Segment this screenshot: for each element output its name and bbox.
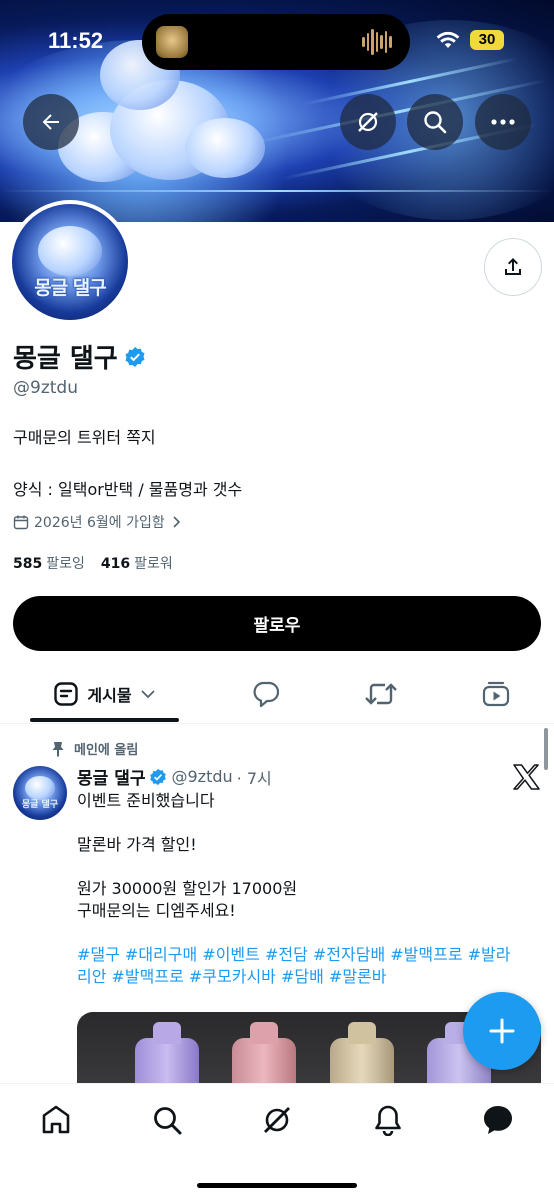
notifications-icon — [375, 1105, 401, 1136]
more-button[interactable] — [475, 94, 531, 150]
status-bar: 11:52 30 — [0, 0, 554, 84]
post-line: 말론바 가격 할인! — [77, 835, 197, 854]
grok-icon — [358, 112, 378, 132]
profile-name: 몽글 댈구 — [13, 344, 118, 374]
media-icon — [482, 681, 510, 707]
share-icon — [505, 258, 521, 275]
post-header: 몽글 댈구 @9ztdu · 7시 — [77, 764, 272, 789]
avatar-image: 몽글 댈구 — [12, 204, 128, 320]
post-author-avatar[interactable]: 몽글 댈구 — [13, 766, 67, 820]
x-logo-icon — [513, 764, 540, 790]
post-line: 이벤트 준비했습니다 — [77, 791, 215, 810]
following-count: 585 — [13, 556, 43, 572]
calendar-icon — [13, 515, 29, 530]
wifi-icon — [436, 31, 460, 48]
post-line: 원가 30000원 할인가 17000원 — [77, 879, 298, 898]
post-line: 구매문의는 디엠주세요! — [77, 901, 236, 920]
battery-indicator: 30 — [470, 30, 504, 50]
chevron-down-icon — [140, 690, 155, 699]
profile-handle: @9ztdu — [13, 378, 78, 398]
profile-tabs: 게시물 — [0, 664, 554, 724]
post-author-name[interactable]: 몽글 댈구 — [77, 764, 145, 789]
plus-icon — [489, 1018, 515, 1044]
dynamic-island[interactable] — [142, 14, 410, 70]
tab-media[interactable] — [470, 664, 522, 724]
tab-reposts[interactable] — [355, 664, 407, 724]
nav-search[interactable] — [147, 1100, 187, 1140]
post-hashtags[interactable]: #댈구 #대리구매 #이벤트 #전담 #전자담배 #발맥프로 #발라리안 #발맥… — [77, 944, 517, 988]
messages-icon — [484, 1106, 512, 1134]
compose-button[interactable] — [463, 992, 541, 1070]
tab-posts[interactable]: 게시물 — [30, 664, 179, 724]
tab-posts-label: 게시물 — [87, 686, 132, 705]
now-playing-artwork — [156, 26, 188, 58]
following-link[interactable]: 585 팔로잉 — [13, 553, 85, 573]
share-button[interactable] — [484, 238, 542, 296]
posts-icon — [54, 682, 79, 706]
profile-bio-line-2: 양식 : 일택or반택 / 물품명과 갯수 — [13, 480, 243, 499]
status-time: 11:52 — [48, 28, 104, 53]
joined-date[interactable]: 2026년 6월에 가입함 — [13, 512, 182, 532]
profile-bio-line-1: 구매문의 트위터 쪽지 — [13, 428, 156, 447]
search-button[interactable] — [407, 94, 463, 150]
back-button[interactable] — [23, 94, 79, 150]
verified-badge-icon — [125, 346, 145, 367]
post-time: · 7시 — [236, 768, 272, 788]
followers-count: 416 — [100, 556, 131, 572]
post-author-handle[interactable]: @9ztdu — [171, 767, 232, 786]
avatar-logo-text: 몽글 댈구 — [34, 277, 107, 299]
scrollbar[interactable] — [544, 728, 548, 770]
follow-button[interactable]: 팔로우 — [13, 596, 541, 651]
more-horizontal-icon — [491, 119, 515, 125]
nav-notifications[interactable] — [368, 1100, 408, 1140]
profile-avatar[interactable]: 몽글 댈구 — [8, 200, 132, 324]
nav-messages[interactable] — [478, 1100, 518, 1140]
home-icon — [42, 1105, 70, 1134]
search-icon — [154, 1107, 182, 1135]
nav-home[interactable] — [36, 1100, 76, 1140]
audio-waveform-icon — [362, 28, 393, 56]
search-icon — [424, 111, 447, 134]
nav-grok[interactable] — [257, 1100, 297, 1140]
verified-badge-icon — [150, 768, 167, 785]
pin-icon — [52, 741, 64, 757]
pinned-indicator: 메인에 올림 — [52, 739, 138, 758]
post-avatar-logo-text: 몽글 댈구 — [21, 800, 59, 810]
post-text: 이벤트 준비했습니다 말론바 가격 할인! 원가 30000원 할인가 1700… — [77, 790, 517, 988]
following-label: 팔로잉 — [46, 556, 85, 572]
repost-icon — [365, 683, 397, 705]
arrow-left-icon — [42, 114, 59, 130]
followers-label: 팔로워 — [134, 556, 173, 572]
followers-link[interactable]: 416 팔로워 — [101, 553, 173, 573]
joined-date-text: 2026년 6월에 가입함 — [34, 515, 165, 531]
grok-button[interactable] — [340, 94, 396, 150]
active-tab-indicator — [30, 718, 179, 722]
reply-icon — [253, 681, 280, 708]
chevron-right-icon — [173, 516, 180, 528]
grok-icon — [264, 1107, 290, 1133]
home-indicator — [197, 1183, 357, 1188]
tab-replies[interactable] — [240, 664, 292, 724]
pinned-label: 메인에 올림 — [74, 743, 139, 758]
